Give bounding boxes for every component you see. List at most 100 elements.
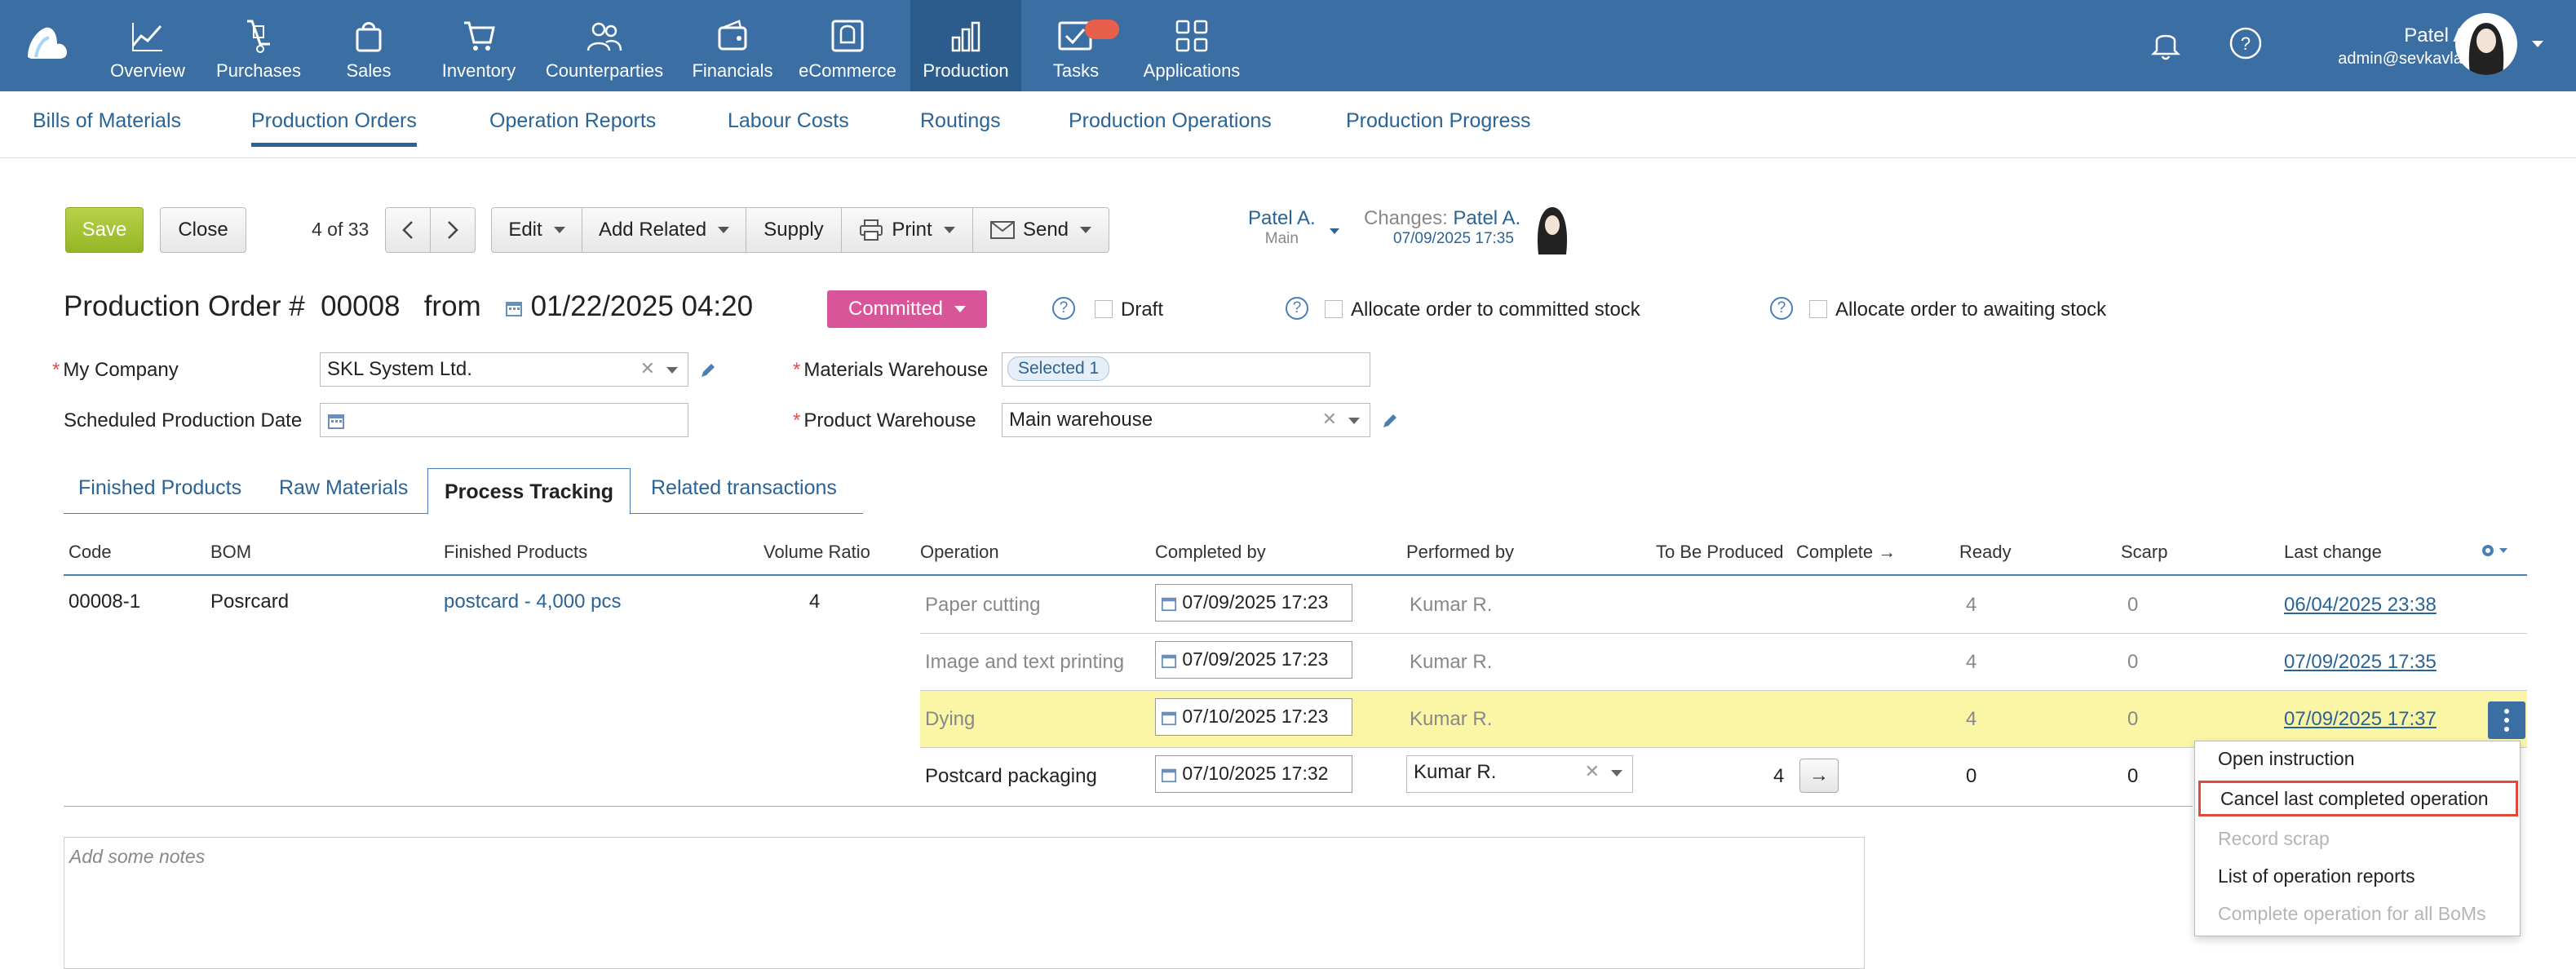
subnav-bills-of-materials[interactable]: Bills of Materials xyxy=(33,109,181,133)
col-header-ready[interactable]: Ready xyxy=(1959,542,2012,563)
col-header-to-be-produced[interactable]: To Be Produced xyxy=(1656,542,1784,563)
calendar-icon[interactable] xyxy=(1161,767,1177,783)
col-header-code[interactable]: Code xyxy=(69,542,112,563)
nav-inventory[interactable]: Inventory xyxy=(434,0,524,91)
alloc-awaiting-checkbox[interactable] xyxy=(1809,300,1827,318)
col-header-complete[interactable]: Complete → xyxy=(1796,542,1896,563)
clear-icon[interactable]: ✕ xyxy=(1585,761,1600,782)
save-button[interactable]: Save xyxy=(65,207,144,253)
cell-last-change[interactable]: 07/09/2025 17:35 xyxy=(2284,651,2437,674)
user-info[interactable]: Patel A. admin@sevkavlab xyxy=(2338,24,2472,70)
my-company-select[interactable]: SKL System Ltd. ✕ xyxy=(320,352,688,387)
materials-warehouse-tag[interactable]: Selected 1 xyxy=(1007,356,1110,381)
completed-by-field[interactable]: 07/09/2025 17:23 xyxy=(1155,641,1352,679)
prev-record-button[interactable] xyxy=(385,207,431,253)
nav-applications[interactable]: Applications xyxy=(1140,0,1243,91)
owner-caret-icon[interactable] xyxy=(1330,228,1339,234)
print-dropdown[interactable]: Print xyxy=(841,207,973,253)
edit-pencil-icon[interactable] xyxy=(1380,411,1400,431)
edit-dropdown[interactable]: Edit xyxy=(491,207,582,253)
col-header-bom[interactable]: BOM xyxy=(210,542,251,563)
materials-warehouse-select[interactable]: Selected 1 xyxy=(1002,352,1370,387)
cell-to-be-produced[interactable]: 4 xyxy=(1773,765,1784,788)
subnav-production-operations[interactable]: Production Operations xyxy=(1069,109,1272,133)
col-header-volume-ratio[interactable]: Volume Ratio xyxy=(764,542,870,563)
calendar-icon[interactable] xyxy=(1161,653,1177,669)
calendar-icon xyxy=(505,301,522,316)
col-header-last-change[interactable]: Last change xyxy=(2284,542,2382,563)
tab-related-transactions[interactable]: Related transactions xyxy=(651,476,837,500)
product-warehouse-select[interactable]: Main warehouse ✕ xyxy=(1002,403,1370,437)
menu-cancel-last-completed-operation[interactable]: Cancel last completed operation xyxy=(2198,781,2518,816)
nav-financials[interactable]: Financials xyxy=(687,0,778,91)
app-logo-icon[interactable] xyxy=(24,20,70,65)
add-related-dropdown[interactable]: Add Related xyxy=(582,207,746,253)
apps-grid-icon xyxy=(1175,20,1208,52)
subnav-production-orders[interactable]: Production Orders xyxy=(251,109,417,147)
tab-process-tracking[interactable]: Process Tracking xyxy=(427,468,631,515)
subnav-production-progress[interactable]: Production Progress xyxy=(1346,109,1531,133)
alloc-committed-checkbox[interactable] xyxy=(1325,300,1343,318)
subnav-routings[interactable]: Routings xyxy=(920,109,1001,133)
col-header-scarp[interactable]: Scarp xyxy=(2121,542,2167,563)
cell-scarp: 0 xyxy=(2127,594,2139,616)
sub-nav: Bills of Materials Production Orders Ope… xyxy=(0,91,2576,158)
help-icon[interactable]: ? xyxy=(2229,26,2263,60)
row-actions-kebab-icon[interactable] xyxy=(2488,701,2525,739)
nav-tasks[interactable]: Tasks xyxy=(1039,0,1119,91)
cell-finished-products[interactable]: postcard - 4,000 pcs xyxy=(444,591,621,613)
avatar[interactable] xyxy=(2455,13,2517,75)
supply-button[interactable]: Supply xyxy=(746,207,842,253)
draft-help-icon[interactable]: ? xyxy=(1052,297,1075,320)
nav-ecommerce[interactable]: eCommerce xyxy=(794,0,901,91)
alloc-committed-help-icon[interactable]: ? xyxy=(1286,297,1308,320)
scheduled-date-field[interactable] xyxy=(320,403,688,437)
menu-list-of-operation-reports[interactable]: List of operation reports xyxy=(2195,859,2521,895)
cell-operation: Paper cutting xyxy=(925,594,1041,616)
cell-last-change[interactable]: 06/04/2025 23:38 xyxy=(2284,594,2437,617)
bell-icon[interactable] xyxy=(2149,26,2183,60)
calendar-icon[interactable] xyxy=(1161,710,1177,726)
nav-purchases[interactable]: Purchases xyxy=(207,0,310,91)
user-menu-caret-icon[interactable] xyxy=(2532,41,2543,47)
nav-overview[interactable]: Overview xyxy=(100,0,196,91)
caret-down-icon[interactable] xyxy=(1348,418,1360,424)
calendar-icon[interactable] xyxy=(327,412,345,430)
clear-icon[interactable]: ✕ xyxy=(1322,409,1337,430)
caret-down-icon[interactable] xyxy=(666,367,678,374)
performed-by-select[interactable]: Kumar R. ✕ xyxy=(1406,755,1633,793)
changes-user[interactable]: Patel A. xyxy=(1453,207,1520,229)
nav-production[interactable]: Production xyxy=(910,0,1021,91)
tab-finished-products[interactable]: Finished Products xyxy=(78,476,241,500)
user-name: Patel A. xyxy=(2404,24,2472,46)
col-header-performed-by[interactable]: Performed by xyxy=(1406,542,1514,563)
col-header-finished-products[interactable]: Finished Products xyxy=(444,542,587,563)
close-button[interactable]: Close xyxy=(160,207,246,253)
subnav-operation-reports[interactable]: Operation Reports xyxy=(489,109,656,133)
cell-last-change[interactable]: 07/09/2025 17:37 xyxy=(2284,708,2437,731)
caret-down-icon[interactable] xyxy=(1611,770,1622,777)
column-settings-gear-icon[interactable] xyxy=(2480,542,2509,560)
nav-sales[interactable]: Sales xyxy=(328,0,409,91)
owner-selector[interactable]: Patel A. Main xyxy=(1248,207,1316,248)
menu-open-instruction[interactable]: Open instruction xyxy=(2195,741,2521,777)
col-header-operation[interactable]: Operation xyxy=(920,542,999,563)
completed-by-field[interactable]: 07/10/2025 17:32 xyxy=(1155,755,1352,793)
calendar-icon[interactable] xyxy=(1161,595,1177,612)
col-header-completed-by[interactable]: Completed by xyxy=(1155,542,1266,563)
tab-raw-materials[interactable]: Raw Materials xyxy=(279,476,408,500)
send-dropdown[interactable]: Send xyxy=(972,207,1109,253)
clear-icon[interactable]: ✕ xyxy=(640,358,655,379)
alloc-awaiting-help-icon[interactable]: ? xyxy=(1770,297,1793,320)
order-date[interactable]: 01/22/2025 04:20 xyxy=(531,290,753,322)
completed-by-field[interactable]: 07/10/2025 17:23 xyxy=(1155,698,1352,736)
nav-counterparties[interactable]: Counterparties xyxy=(542,0,667,91)
next-record-button[interactable] xyxy=(430,207,476,253)
status-dropdown[interactable]: Committed xyxy=(827,290,987,328)
draft-checkbox[interactable] xyxy=(1095,300,1113,318)
edit-pencil-icon[interactable] xyxy=(698,361,718,380)
complete-arrow-button[interactable]: → xyxy=(1799,759,1839,793)
notes-textarea[interactable]: Add some notes xyxy=(64,837,1865,969)
completed-by-field[interactable]: 07/09/2025 17:23 xyxy=(1155,584,1352,622)
subnav-labour-costs[interactable]: Labour Costs xyxy=(728,109,849,133)
